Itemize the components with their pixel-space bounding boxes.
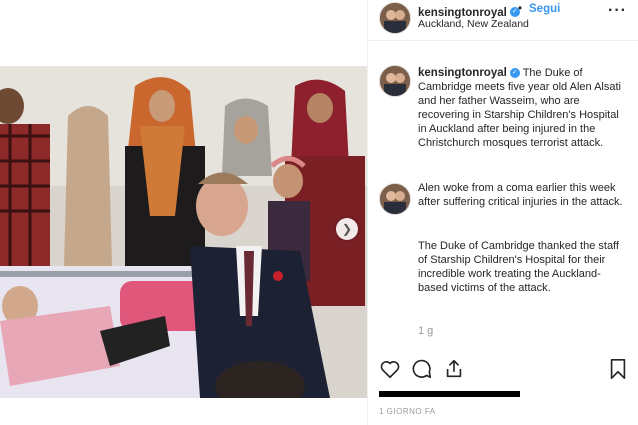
post-photo[interactable]: [0, 66, 367, 398]
caption-text: The Duke of Cambridge meets five year ol…: [418, 67, 621, 149]
comment-icon[interactable]: [411, 358, 433, 385]
follow-button[interactable]: Segui: [529, 3, 560, 15]
carousel-next-button[interactable]: ❯: [336, 218, 358, 240]
instagram-post: ❯ kensingtonroyal ✓ • Segui Auckland, New…: [0, 0, 638, 425]
caption-username[interactable]: kensingtonroyal: [418, 67, 507, 79]
post-sidebar: kensingtonroyal ✓ • Segui Auckland, New Z…: [367, 0, 638, 425]
share-icon[interactable]: [443, 358, 465, 385]
location-link[interactable]: Auckland, New Zealand: [418, 18, 529, 30]
comment-time: 1 g: [418, 325, 434, 337]
comment-avatar[interactable]: [379, 183, 411, 215]
heart-icon[interactable]: [379, 358, 401, 385]
post-media: ❯: [0, 0, 367, 425]
comment-text: Alen woke from a coma earlier this week …: [418, 182, 623, 208]
bookmark-icon[interactable]: [608, 358, 628, 385]
caption-avatar[interactable]: [379, 65, 411, 97]
comment-text: The Duke of Cambridge thanked the staff …: [418, 240, 619, 294]
header-separator: •: [518, 3, 523, 15]
redacted-likes: [379, 391, 520, 397]
caption: kensingtonroyal ✓ The Duke of Cambridge m…: [418, 66, 630, 150]
chevron-right-icon: ❯: [341, 222, 353, 236]
post-timestamp: 1 GIORNO FA: [379, 407, 436, 416]
avatar[interactable]: [379, 2, 411, 34]
action-bar: [368, 358, 638, 384]
verified-icon: ✓: [509, 68, 520, 79]
more-options-button[interactable]: ···: [608, 2, 627, 20]
post-header: kensingtonroyal ✓ • Segui Auckland, New Z…: [368, 0, 638, 41]
